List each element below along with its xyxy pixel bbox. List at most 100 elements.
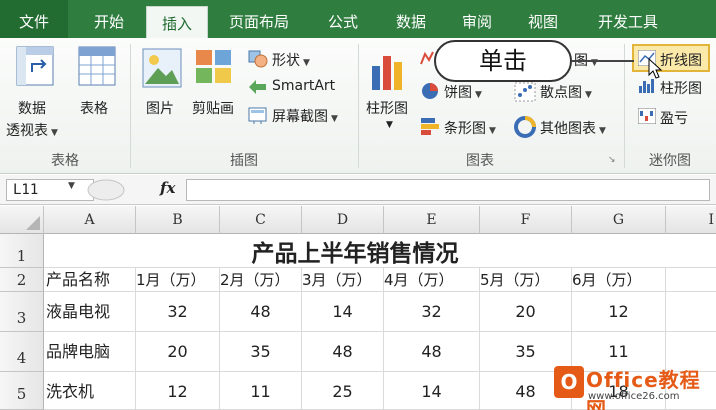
row-3-value-cell[interactable]: 32 xyxy=(384,292,480,332)
column-header-g[interactable]: G xyxy=(572,206,666,234)
row-4-product-cell[interactable]: 品牌电脑 xyxy=(44,332,136,372)
header-cell-month-1[interactable]: 1月（万） xyxy=(136,268,220,292)
row-4-value-cell[interactable]: 48 xyxy=(384,332,480,372)
formula-input[interactable] xyxy=(186,179,710,201)
cell-empty[interactable] xyxy=(666,268,716,292)
tab-insert[interactable]: 插入 xyxy=(146,6,208,38)
ribbon-tab-bar: 文件 开始 插入 页面布局 公式 数据 审阅 视图 开发工具 xyxy=(0,0,716,38)
row-4-value-cell[interactable]: 20 xyxy=(136,332,220,372)
charts-dialog-launcher-icon[interactable]: ↘ xyxy=(608,155,616,165)
header-cell-month-5[interactable]: 5月（万） xyxy=(480,268,572,292)
column-header-a[interactable]: A xyxy=(44,206,136,234)
pie-chart-icon xyxy=(422,83,438,99)
screenshot-label: 屏幕截图 ▼ xyxy=(272,109,338,125)
row-header-1[interactable]: 1 xyxy=(0,234,44,268)
tab-developer[interactable]: 开发工具 xyxy=(584,0,672,38)
clipart-label: 剪贴画 xyxy=(192,101,234,117)
column-header-b[interactable]: B xyxy=(136,206,220,234)
formula-bar-resize-icon xyxy=(87,179,125,201)
tab-file[interactable]: 文件 xyxy=(0,0,68,38)
sheet-title-cell[interactable]: 产品上半年销售情况 xyxy=(44,234,666,268)
clipart-icon xyxy=(196,50,231,83)
row-header-3[interactable]: 3 xyxy=(0,292,44,332)
pie-chart-label: 饼图 ▼ xyxy=(444,85,482,101)
line-chart-icon xyxy=(420,51,434,65)
cell-empty[interactable] xyxy=(666,292,716,332)
picture-icon xyxy=(142,48,182,88)
row-5-value-cell[interactable]: 11 xyxy=(220,372,302,410)
office-logo-icon: O xyxy=(554,366,584,398)
row-5-value-cell[interactable]: 25 xyxy=(302,372,384,410)
sparkline-column-label: 柱形图 xyxy=(660,81,702,97)
ribbon-insert-panel: 数据 透视表 ▼ 表格 表格 图片 剪贴画 形状 ▼ SmartArt 屏幕截图… xyxy=(0,38,716,174)
picture-label: 图片 xyxy=(146,101,174,117)
scatter-chart-label: 散点图 ▼ xyxy=(540,85,592,101)
tab-data[interactable]: 数据 xyxy=(380,0,442,38)
sparkline-winloss-icon xyxy=(638,108,656,124)
sparkline-column-icon xyxy=(639,79,654,93)
shapes-icon xyxy=(248,50,268,68)
table-label: 表格 xyxy=(80,101,108,117)
header-cell-month-6[interactable]: 6月（万） xyxy=(572,268,666,292)
sparkline-winloss-label: 盈亏 xyxy=(660,111,688,127)
cell-empty[interactable] xyxy=(666,234,716,268)
row-5-value-cell[interactable]: 14 xyxy=(384,372,480,410)
callout-pointer xyxy=(572,60,634,62)
other-charts-label: 其他图表 ▼ xyxy=(540,121,606,137)
tab-review[interactable]: 审阅 xyxy=(446,0,508,38)
column-header-c[interactable]: C xyxy=(220,206,302,234)
tab-formulas[interactable]: 公式 xyxy=(312,0,374,38)
watermark-brand: Office教程网 xyxy=(586,368,701,410)
table-icon xyxy=(78,46,116,86)
header-cell-product[interactable]: 产品名称 xyxy=(44,268,136,292)
group-label-tables: 表格 xyxy=(51,153,79,169)
smartart-icon xyxy=(249,80,266,94)
select-all-corner[interactable] xyxy=(0,206,44,234)
smartart-label: SmartArt xyxy=(272,78,336,94)
name-box[interactable]: L11 xyxy=(6,179,94,201)
site-watermark: O Office教程网 www.office26.com xyxy=(552,362,716,410)
insert-function-icon[interactable]: fx xyxy=(160,179,175,197)
mouse-cursor-icon xyxy=(648,58,663,79)
pivot-table-label-1: 数据 xyxy=(18,101,46,117)
watermark-url: www.office26.com xyxy=(588,391,680,402)
row-3-value-cell[interactable]: 14 xyxy=(302,292,384,332)
formula-bar: L11 ▼ fx xyxy=(0,175,716,205)
tab-page-layout[interactable]: 页面布局 xyxy=(214,0,304,38)
row-3-product-cell[interactable]: 液晶电视 xyxy=(44,292,136,332)
screenshot-icon xyxy=(248,107,267,124)
row-5-value-cell[interactable]: 12 xyxy=(136,372,220,410)
column-chart-icon xyxy=(372,56,402,90)
bar-chart-icon xyxy=(421,118,439,135)
column-header-d[interactable]: D xyxy=(302,206,384,234)
row-4-value-cell[interactable]: 48 xyxy=(302,332,384,372)
header-cell-month-4[interactable]: 4月（万） xyxy=(384,268,480,292)
column-chart-label: 柱形图 xyxy=(366,101,408,117)
select-all-icon xyxy=(25,216,40,230)
group-label-charts: 图表 xyxy=(466,153,494,169)
row-3-value-cell[interactable]: 32 xyxy=(136,292,220,332)
pivot-table-icon xyxy=(16,46,54,86)
click-callout: 单击 xyxy=(434,40,572,82)
row-3-value-cell[interactable]: 20 xyxy=(480,292,572,332)
row-4-value-cell[interactable]: 35 xyxy=(220,332,302,372)
group-label-sparklines: 迷你图 xyxy=(649,153,691,169)
row-3-value-cell[interactable]: 12 xyxy=(572,292,666,332)
row-header-2[interactable]: 2 xyxy=(0,268,44,292)
tab-home[interactable]: 开始 xyxy=(74,0,144,38)
row-header-5[interactable]: 5 xyxy=(0,372,44,410)
column-header-partial[interactable]: I xyxy=(666,206,716,234)
other-charts-icon xyxy=(514,116,536,138)
column-chart-dropdown-icon: ▼ xyxy=(386,120,393,130)
group-label-illustrations: 插图 xyxy=(230,153,258,169)
column-header-f[interactable]: F xyxy=(480,206,572,234)
row-3-value-cell[interactable]: 48 xyxy=(220,292,302,332)
bar-chart-label: 条形图 ▼ xyxy=(444,121,496,137)
name-box-dropdown-icon[interactable]: ▼ xyxy=(68,181,75,191)
row-5-product-cell[interactable]: 洗衣机 xyxy=(44,372,136,410)
header-cell-month-2[interactable]: 2月（万） xyxy=(220,268,302,292)
column-header-e[interactable]: E xyxy=(384,206,480,234)
header-cell-month-3[interactable]: 3月（万） xyxy=(302,268,384,292)
row-header-4[interactable]: 4 xyxy=(0,332,44,372)
tab-view[interactable]: 视图 xyxy=(512,0,574,38)
